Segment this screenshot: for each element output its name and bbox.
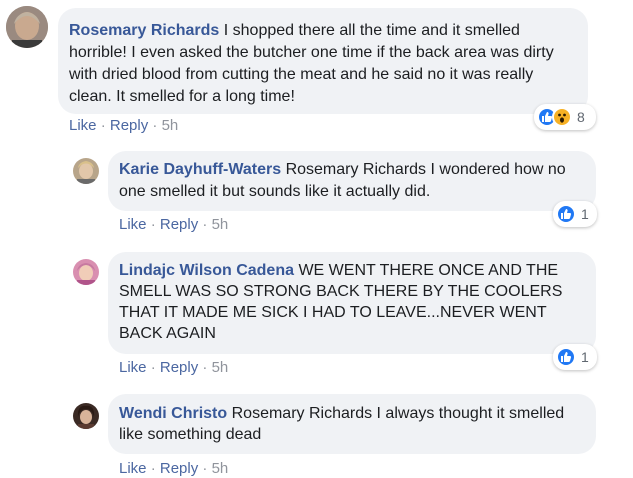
reaction-count: 8 xyxy=(577,109,585,125)
like-link[interactable]: Like xyxy=(119,359,147,376)
like-link[interactable]: Like xyxy=(69,117,97,134)
comment-actions: Like · Reply · 5h xyxy=(119,216,228,233)
comment-actions: Like · Reply · 5h xyxy=(119,460,228,477)
avatar-photo-icon xyxy=(6,6,48,48)
separator: · xyxy=(202,359,208,376)
reaction-summary[interactable]: 8 xyxy=(534,104,596,130)
reply-link[interactable]: Reply xyxy=(160,216,198,233)
comment-bubble: Karie Dayhuff-Waters Rosemary Richards I… xyxy=(108,151,596,211)
comment-author[interactable]: Lindajc Wilson Cadena xyxy=(119,262,294,279)
reaction-summary[interactable]: 1 xyxy=(553,344,597,370)
avatar-photo-icon xyxy=(73,403,99,429)
avatar-photo-icon xyxy=(73,259,99,285)
separator: · xyxy=(150,216,156,233)
reply-link[interactable]: Reply xyxy=(160,460,198,477)
like-link[interactable]: Like xyxy=(119,216,147,233)
timestamp[interactable]: 5h xyxy=(162,117,179,134)
separator: · xyxy=(150,359,156,376)
comment-author[interactable]: Rosemary Richards xyxy=(69,22,219,39)
separator: · xyxy=(202,460,208,477)
separator: · xyxy=(100,117,106,134)
comment-bubble: Wendi Christo Rosemary Richards I always… xyxy=(108,394,596,454)
reaction-summary[interactable]: 1 xyxy=(553,201,597,227)
avatar[interactable] xyxy=(73,403,99,429)
comment-author[interactable]: Wendi Christo xyxy=(119,405,227,422)
avatar[interactable] xyxy=(73,259,99,285)
timestamp[interactable]: 5h xyxy=(212,359,229,376)
reply-link[interactable]: Reply xyxy=(110,117,148,134)
avatar-photo-icon xyxy=(73,158,99,184)
comment-bubble: Rosemary Richards I shopped there all th… xyxy=(58,8,588,114)
reply-link[interactable]: Reply xyxy=(160,359,198,376)
separator: · xyxy=(150,460,156,477)
separator: · xyxy=(202,216,208,233)
like-icon xyxy=(556,347,576,367)
comment-author[interactable]: Karie Dayhuff-Waters xyxy=(119,161,281,178)
comment-actions: Like · Reply · 5h xyxy=(119,359,228,376)
timestamp[interactable]: 5h xyxy=(212,460,229,477)
reaction-count: 1 xyxy=(581,206,589,222)
comment-bubble: Lindajc Wilson Cadena WE WENT THERE ONCE… xyxy=(108,252,596,354)
avatar[interactable] xyxy=(6,6,48,48)
wow-icon xyxy=(552,107,572,127)
like-icon xyxy=(556,204,576,224)
reaction-count: 1 xyxy=(581,349,589,365)
like-link[interactable]: Like xyxy=(119,460,147,477)
timestamp[interactable]: 5h xyxy=(212,216,229,233)
separator: · xyxy=(152,117,158,134)
comment-actions: Like · Reply · 5h xyxy=(69,117,178,134)
avatar[interactable] xyxy=(73,158,99,184)
